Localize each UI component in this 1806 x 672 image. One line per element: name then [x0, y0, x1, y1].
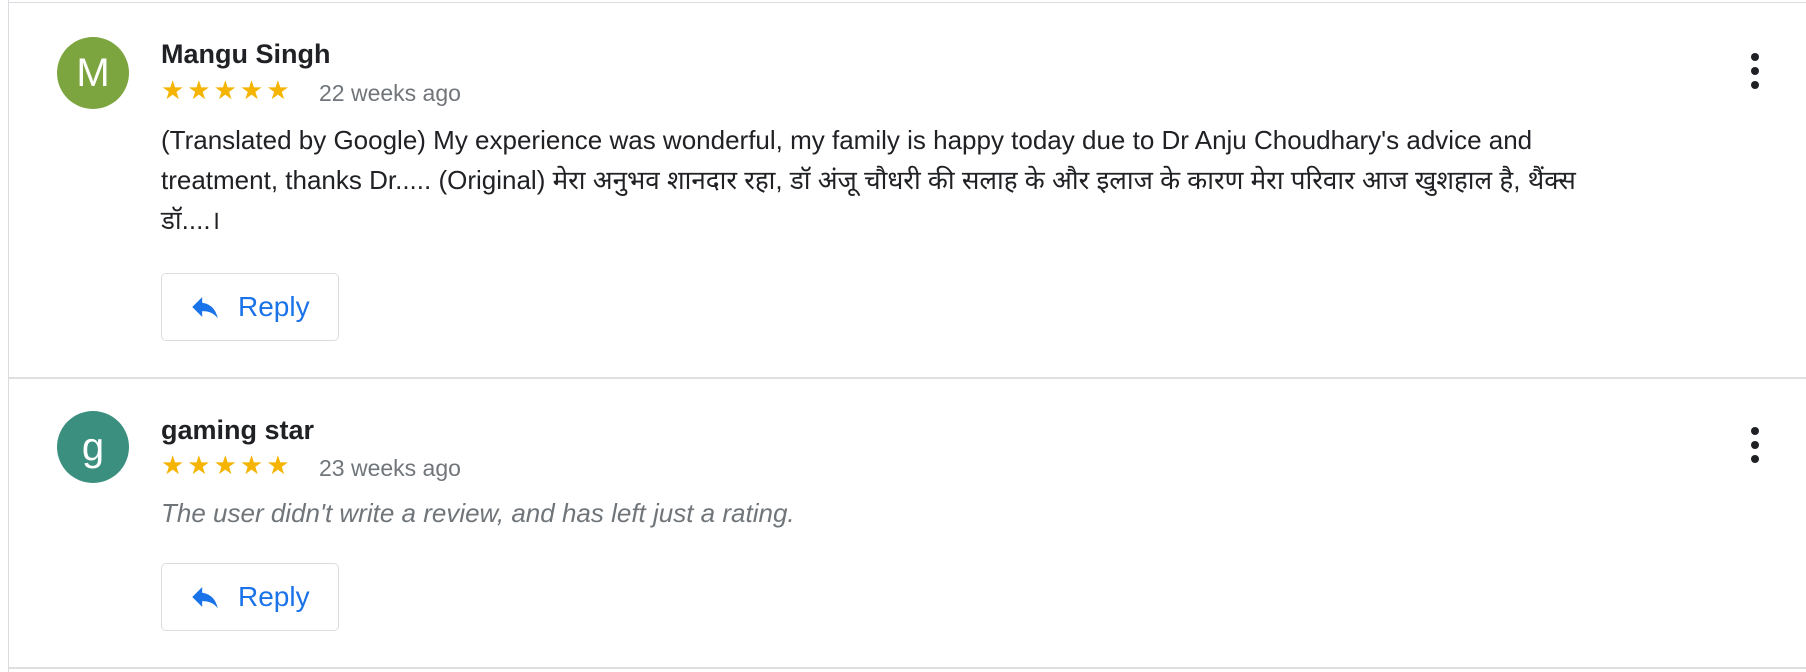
- review-text: (Translated by Google) My experience was…: [161, 125, 1576, 235]
- avatar[interactable]: g: [57, 411, 129, 483]
- star-rating: ★★★★★: [161, 75, 293, 105]
- review-time: 22 weeks ago: [319, 80, 461, 106]
- review-item: g gaming star ★★★★★ 23 weeks ago The use…: [9, 379, 1806, 667]
- reply-button[interactable]: Reply: [161, 273, 339, 341]
- reply-label: Reply: [238, 291, 310, 322]
- reviewer-name[interactable]: gaming star: [161, 415, 314, 446]
- reply-label: Reply: [238, 581, 310, 612]
- reviewer-name[interactable]: Mangu Singh: [161, 39, 330, 70]
- avatar[interactable]: M: [57, 37, 129, 109]
- bottom-divider: [9, 667, 1806, 669]
- avatar-letter: M: [76, 51, 110, 95]
- reply-button[interactable]: Reply: [161, 563, 339, 631]
- more-options-icon[interactable]: [1749, 50, 1761, 89]
- reply-icon: [192, 297, 218, 319]
- star-rating: ★★★★★: [161, 450, 293, 480]
- review-text: The user didn't write a review, and has …: [161, 498, 795, 528]
- review-item: M Mangu Singh ★★★★★ 22 weeks ago (Transl…: [9, 0, 1806, 377]
- review-time: 23 weeks ago: [319, 455, 461, 481]
- reviews-panel: M Mangu Singh ★★★★★ 22 weeks ago (Transl…: [8, 0, 1806, 672]
- more-options-icon[interactable]: [1749, 424, 1761, 463]
- reply-icon: [192, 587, 218, 609]
- avatar-letter: g: [81, 425, 105, 469]
